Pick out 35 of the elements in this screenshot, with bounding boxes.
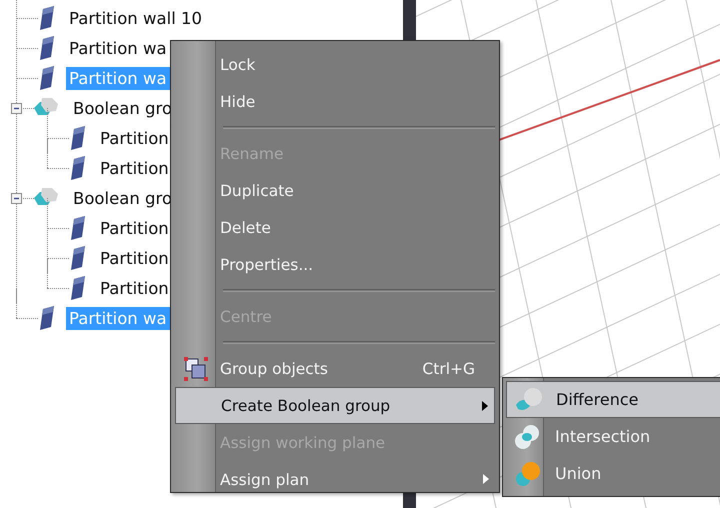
menu-item[interactable]: Intersection [506,418,720,455]
wall-icon [69,156,87,180]
menu-item[interactable]: Group objects Ctrl+G [175,350,495,387]
menu-item[interactable]: Union [506,455,720,492]
tree-item[interactable]: Partition wa [66,306,170,330]
shortcut-text: Ctrl+G [422,360,475,378]
wall-icon [38,6,56,30]
collapse-icon[interactable] [11,193,22,204]
tree-item[interactable]: Partition [97,276,172,300]
menu-item[interactable]: Duplicate [175,172,495,209]
tree-item[interactable]: Partition wa [66,36,170,60]
tree-item[interactable]: Partition [97,246,172,270]
wall-icon [69,126,87,150]
menu-item[interactable]: Hide [175,83,495,120]
menu-item[interactable]: Delete [175,209,495,246]
collapse-icon[interactable] [11,103,22,114]
tree-item[interactable]: Partition wa [66,66,170,90]
wall-icon [69,276,87,300]
wall-icon [38,36,56,60]
menu-item[interactable]: Lock [175,46,495,83]
group-icon [182,356,208,382]
wall-icon [38,66,56,90]
wall-icon [69,216,87,240]
tree-item[interactable]: Partition [97,156,172,180]
union-icon [513,460,543,486]
wall-icon [69,246,87,270]
tree-item[interactable]: Partition wall 10 [66,6,206,30]
wall-icon [38,306,56,330]
menu-item[interactable]: Assign plan [175,461,495,498]
menu-item[interactable]: Properties... [175,246,495,283]
tree-item[interactable]: Partition [97,216,172,240]
menu-item[interactable]: Create Boolean group [175,387,495,424]
difference-icon [514,386,544,412]
menu-item[interactable]: Difference [506,381,720,418]
tree-item[interactable]: Partition [97,126,172,150]
